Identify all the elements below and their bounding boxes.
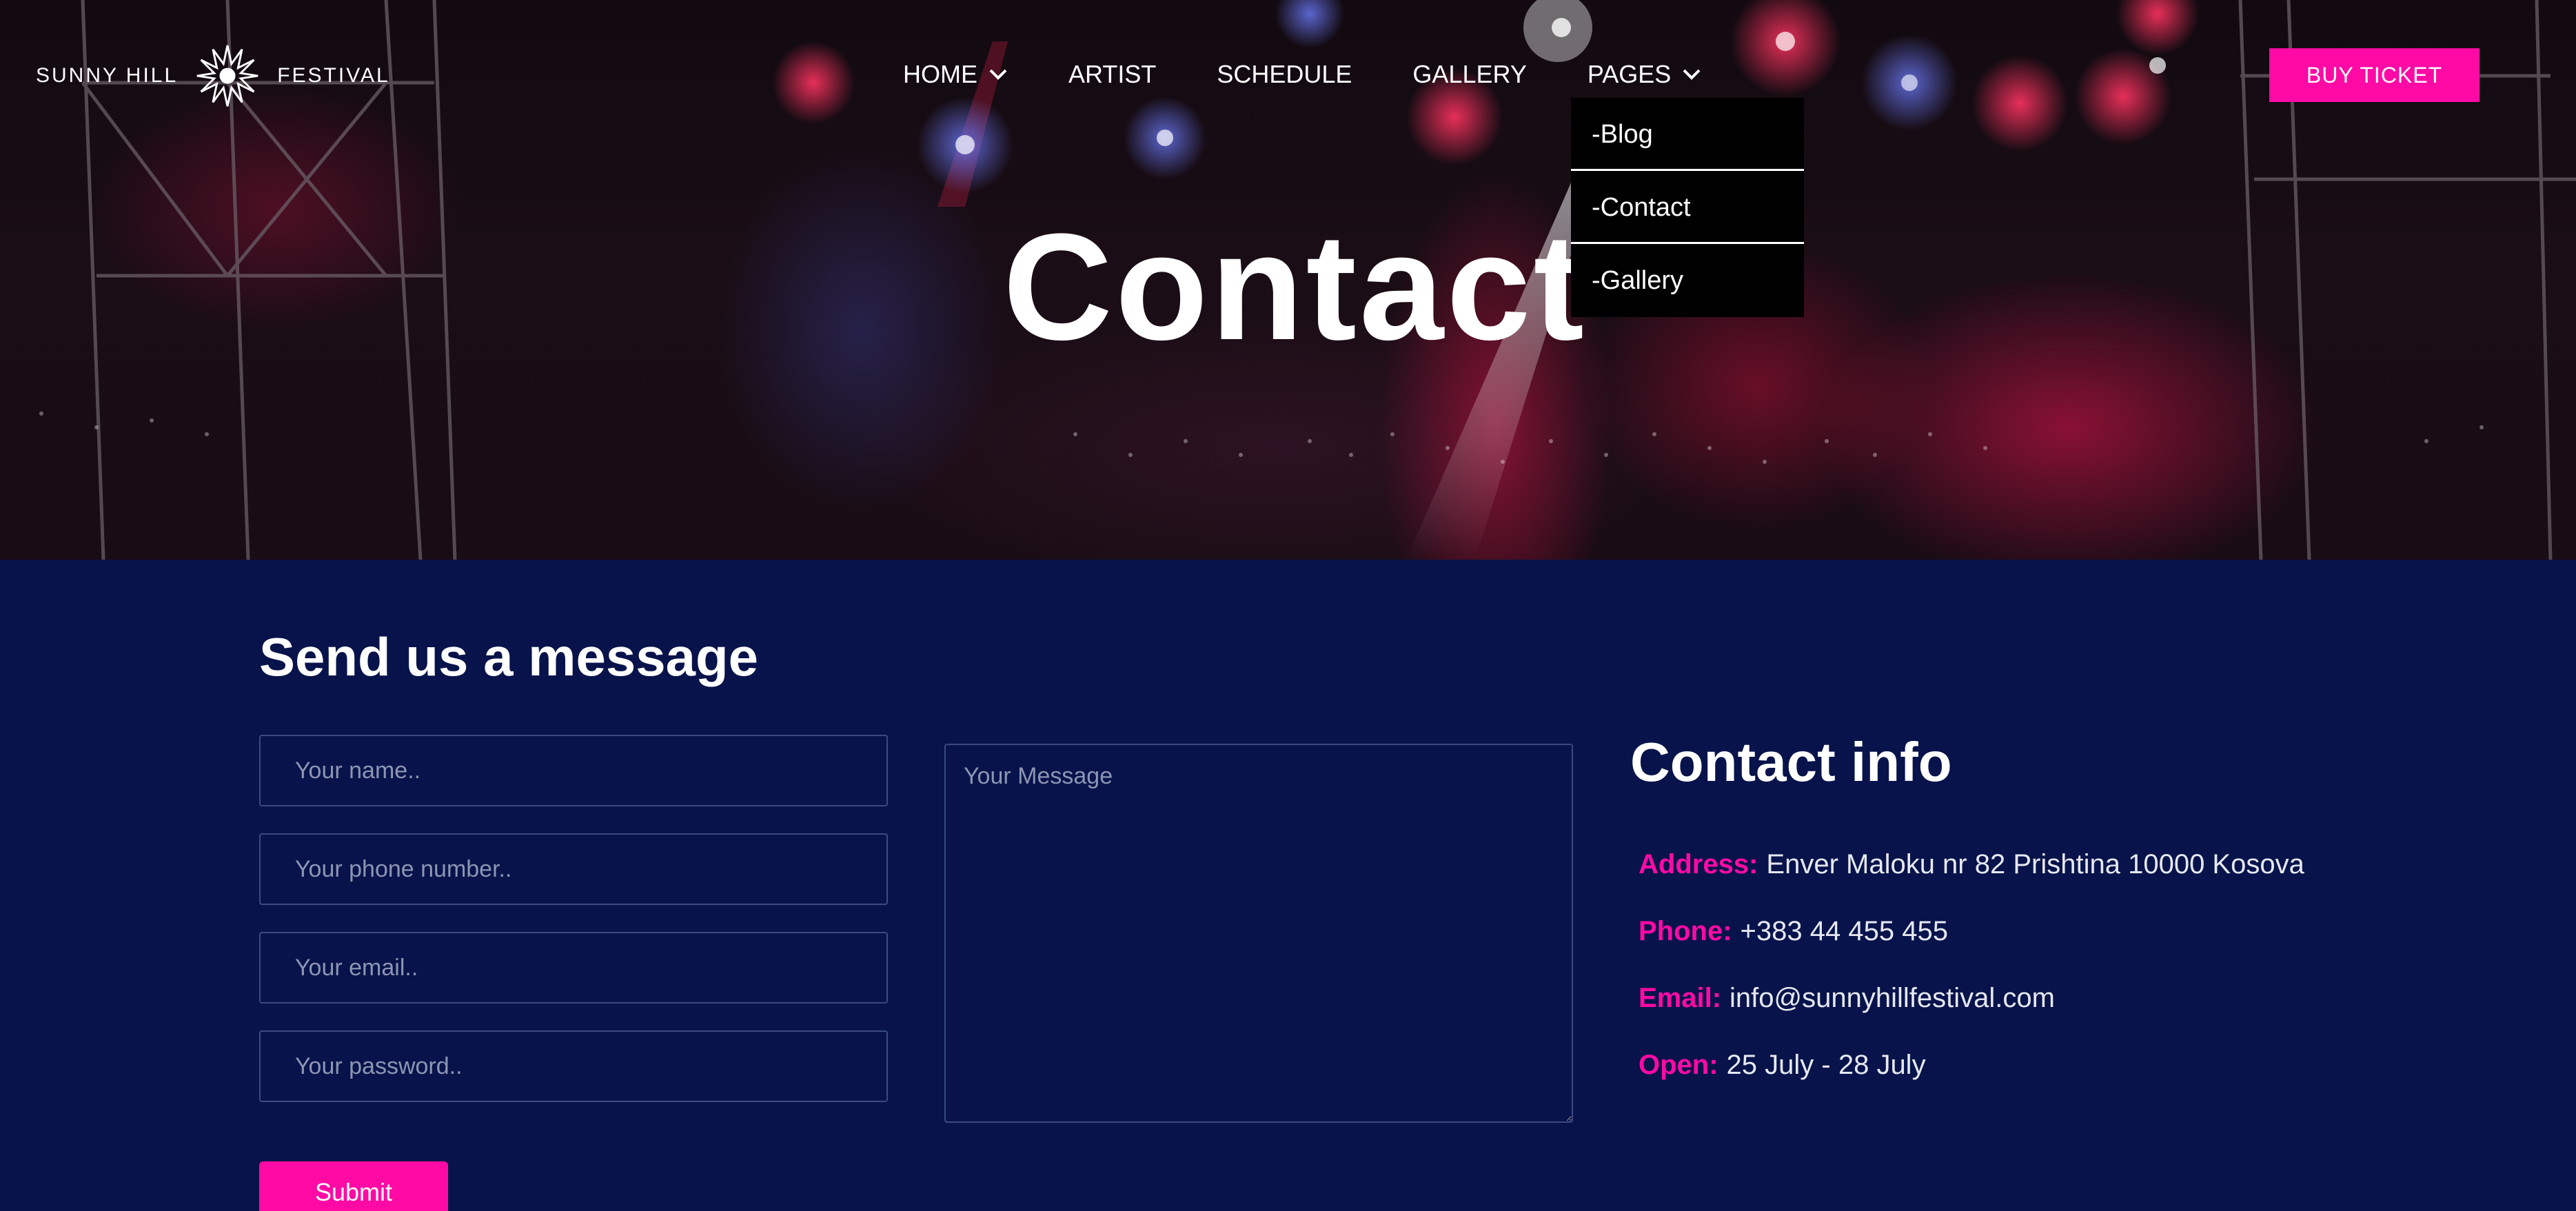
info-label: Address: xyxy=(1639,849,1758,879)
nav-item-home[interactable]: HOME xyxy=(903,60,1008,89)
info-value: Enver Maloku nr 82 Prishtina 10000 Kosov… xyxy=(1766,849,2304,879)
nav-item-gallery[interactable]: GALLERY xyxy=(1412,60,1526,89)
form-title: Send us a message xyxy=(259,627,759,687)
nav-item-label: GALLERY xyxy=(1412,60,1527,88)
logo-text-right: FESTIVAL xyxy=(277,64,390,87)
info-value: info@sunnyhillfestival.com xyxy=(1730,983,2055,1013)
page-title: Contact xyxy=(1003,202,1587,372)
password-input[interactable] xyxy=(259,1030,888,1102)
nav-item-label: ARTIST xyxy=(1068,60,1157,88)
buy-ticket-button[interactable]: BUY TICKET xyxy=(2269,48,2479,102)
chevron-down-icon xyxy=(1683,69,1701,80)
festival-logo[interactable]: SUNNY HILL FESTIVAL xyxy=(36,43,390,109)
name-input[interactable] xyxy=(259,735,888,806)
info-label: Email: xyxy=(1639,983,1722,1013)
info-value: 25 July - 28 July xyxy=(1726,1050,1926,1080)
nav-item-label: HOME xyxy=(903,60,977,88)
info-label: Phone: xyxy=(1639,916,1732,946)
logo-text-left: SUNNY HILL xyxy=(36,64,179,87)
contact-info-title: Contact info xyxy=(1630,731,1952,793)
chevron-down-icon xyxy=(989,69,1007,80)
submit-button[interactable]: Submit xyxy=(259,1161,448,1211)
contact-open: Open: 25 July - 28 July xyxy=(1639,1050,1926,1081)
nav-item-pages[interactable]: PAGES xyxy=(1588,60,1701,89)
message-textarea[interactable] xyxy=(944,744,1573,1123)
hero-section: SUNNY HILL FESTIVAL HOME ARTIST SCHEDULE… xyxy=(0,0,2576,560)
info-value: +383 44 455 455 xyxy=(1740,916,1948,946)
nav-item-schedule[interactable]: SCHEDULE xyxy=(1217,60,1352,89)
nav-item-label: PAGES xyxy=(1587,60,1672,88)
dropdown-item-gallery[interactable]: -Gallery xyxy=(1571,244,1804,317)
nav-item-label: SCHEDULE xyxy=(1217,60,1352,88)
contact-phone: Phone: +383 44 455 455 xyxy=(1639,916,1948,947)
main-nav: HOME ARTIST SCHEDULE GALLERY PAGES xyxy=(903,54,1762,95)
contact-section: Send us a message Submit Contact info Ad… xyxy=(0,560,2576,1211)
phone-input[interactable] xyxy=(259,833,888,905)
nav-item-artist[interactable]: ARTIST xyxy=(1068,60,1156,89)
info-label: Open: xyxy=(1639,1050,1718,1080)
dropdown-item-blog[interactable]: -Blog xyxy=(1571,98,1804,171)
contact-address: Address: Enver Maloku nr 82 Prishtina 100… xyxy=(1639,849,2304,880)
email-input[interactable] xyxy=(259,932,888,1004)
sun-logo-icon xyxy=(196,45,258,107)
contact-email: Email: info@sunnyhillfestival.com xyxy=(1639,983,2055,1014)
dropdown-item-contact[interactable]: -Contact xyxy=(1571,171,1804,244)
pages-dropdown-menu: -Blog -Contact -Gallery xyxy=(1571,98,1804,317)
